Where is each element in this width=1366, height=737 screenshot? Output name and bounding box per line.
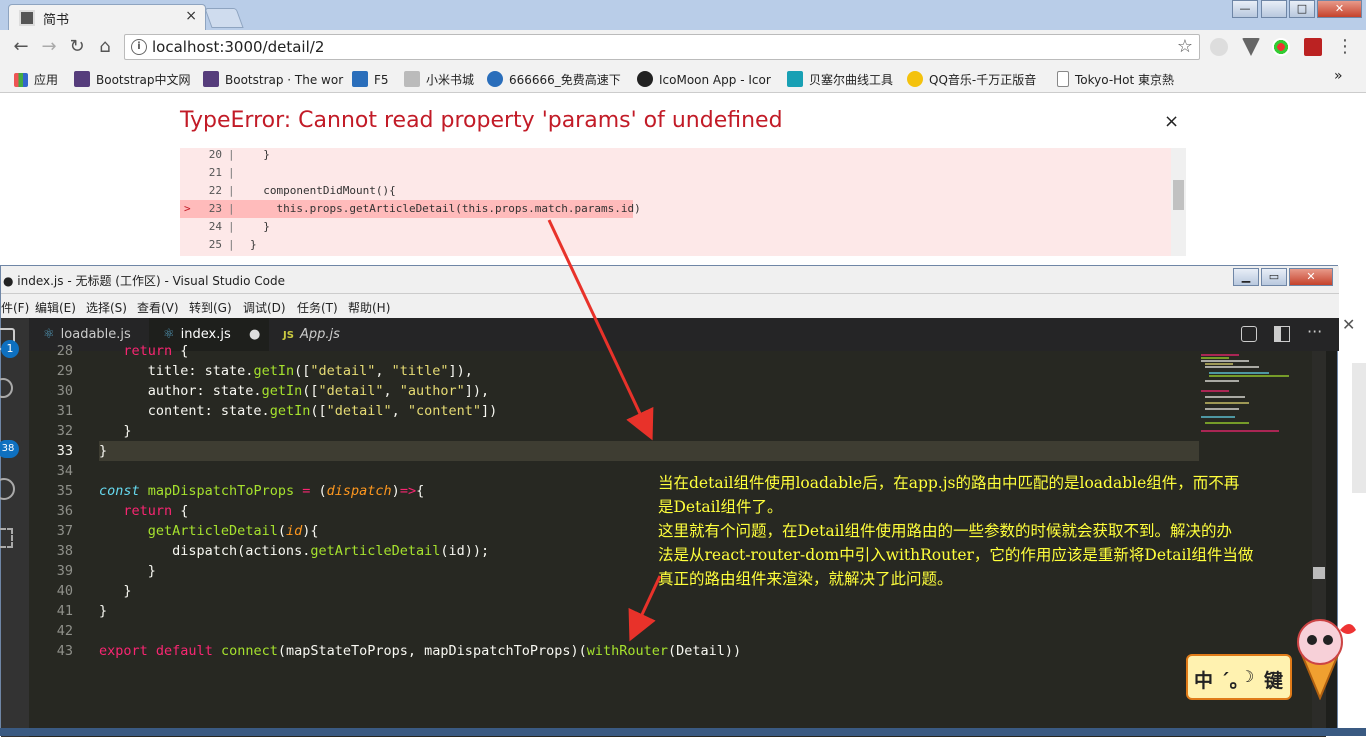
- ime-language-label[interactable]: 中: [1194, 666, 1213, 693]
- moon-icon[interactable]: ☽: [1240, 667, 1254, 686]
- arrow-to-withrouter: [628, 575, 662, 642]
- windows-taskbar: [0, 728, 1366, 736]
- annotation-arrows: [547, 219, 662, 642]
- ime-toolbar[interactable]: 中 ´。 ☽ 键: [1186, 654, 1292, 700]
- ime-mascot-icon: [1297, 619, 1356, 700]
- arrow-to-editor: [547, 219, 654, 441]
